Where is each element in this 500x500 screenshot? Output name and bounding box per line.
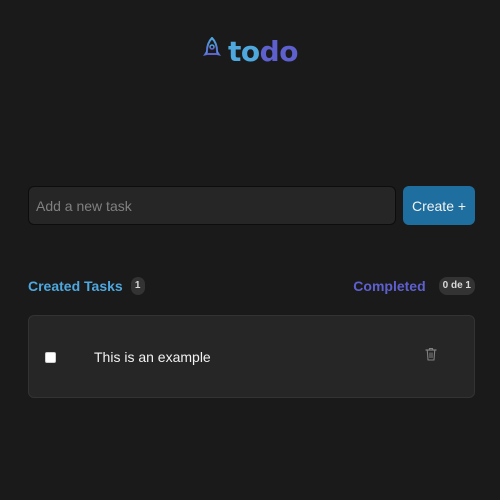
created-count-badge: 1 — [130, 277, 145, 295]
task-counters: Created Tasks 1 Completed 0 de 1 — [28, 276, 475, 296]
rocket-icon — [203, 37, 222, 67]
create-button[interactable]: Create + — [403, 186, 475, 225]
logo-text-do: do — [259, 35, 299, 68]
logo-text-to: to — [228, 35, 260, 68]
completed-counter: Completed 0 de 1 — [353, 277, 475, 295]
created-counter: Created Tasks 1 — [28, 277, 145, 295]
completed-count-badge: 0 de 1 — [438, 277, 475, 295]
new-task-input[interactable] — [28, 186, 396, 225]
task-text: This is an example — [94, 349, 211, 365]
created-tasks-label: Created Tasks — [28, 278, 123, 294]
task-list: This is an example — [28, 315, 475, 398]
new-task-form: Create + — [28, 186, 475, 225]
app-logo: todo — [228, 37, 298, 67]
app-header: todo — [0, 36, 500, 68]
completed-label: Completed — [353, 278, 426, 294]
task-item: This is an example — [28, 315, 475, 398]
trash-icon[interactable] — [425, 347, 437, 361]
task-checkbox[interactable] — [45, 352, 56, 363]
